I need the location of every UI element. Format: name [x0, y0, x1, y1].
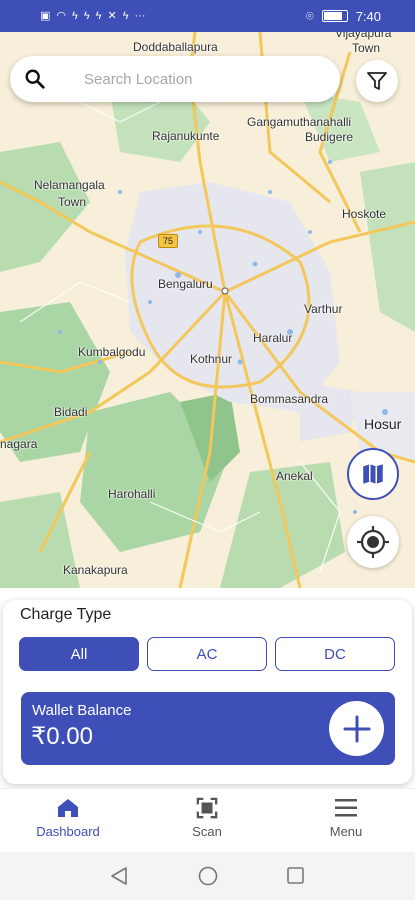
place-label: Bommasandra [250, 392, 329, 406]
sim-icon: ▣ [40, 10, 51, 22]
add-money-button[interactable] [329, 701, 384, 756]
charge-type-all-button[interactable]: All [19, 637, 139, 671]
wallet-card: Wallet Balance ₹0.00 [21, 692, 395, 765]
wallet-balance-amount: ₹0.00 [31, 723, 93, 750]
search-input[interactable]: Search Location [84, 71, 192, 88]
place-label: Nelamangala [34, 178, 105, 192]
usb-icon: ϟ [83, 9, 90, 22]
wifi-icon: ◠ [56, 10, 67, 22]
back-icon[interactable] [111, 867, 127, 885]
place-label: nagara [0, 437, 38, 451]
usb-icon: ϟ [72, 9, 78, 22]
status-icons-right: ⌾ 7:40 [306, 8, 381, 24]
map-tiles [0, 32, 415, 588]
place-label: Bengaluru [158, 277, 213, 291]
nav-label: Scan [192, 824, 222, 839]
home-icon [58, 799, 78, 817]
system-navigation-bar [0, 852, 415, 900]
status-icons-left: ▣ ◠ ϟ ϟ ϟ ✕ ϟ ··· [40, 9, 146, 23]
place-label: Harohalli [108, 487, 156, 501]
location-icon: ⌾ [305, 8, 314, 23]
place-label: Kumbalgodu [78, 345, 146, 359]
place-label: Town [352, 41, 381, 55]
charge-type-ac-button[interactable]: AC [147, 637, 267, 671]
highway-badge: 75 [158, 234, 179, 248]
status-bar: ▣ ◠ ϟ ϟ ϟ ✕ ϟ ··· ⌾ 7:40 [0, 0, 415, 32]
place-label: Varthur [304, 302, 343, 316]
place-label: Rajanukunte [152, 129, 220, 143]
bottom-navigation: Dashboard Scan Menu [0, 788, 415, 851]
place-label: Gangamuthanahalli [247, 115, 352, 129]
crosshair-icon [357, 526, 389, 558]
charge-panel: Charge Type All AC DC Wallet Balance ₹0.… [3, 600, 412, 784]
usb-icon: ϟ [122, 9, 129, 22]
usb-icon: ϟ [95, 9, 102, 22]
home-button-icon[interactable] [198, 866, 218, 886]
nav-label: Menu [329, 824, 363, 839]
my-location-button[interactable] [347, 516, 399, 568]
search-icon [25, 69, 45, 89]
status-time: 7:40 [355, 8, 381, 24]
map-icon [363, 464, 383, 484]
search-bar[interactable]: Search Location [10, 56, 340, 102]
more-icon: ··· [134, 9, 146, 22]
map-view[interactable]: Vijayapura Town Doddaballapura Rajanukun… [0, 32, 415, 588]
place-label: Bidadi [54, 405, 88, 419]
place-label: Hoskote [342, 207, 387, 221]
nav-scan[interactable]: Scan [147, 797, 267, 839]
nav-menu[interactable]: Menu [286, 797, 406, 839]
charge-type-title: Charge Type [20, 606, 112, 623]
charge-type-dc-button[interactable]: DC [275, 637, 395, 671]
place-label: Anekal [276, 469, 313, 483]
place-label: Budigere [305, 130, 354, 144]
place-label: Kothnur [190, 352, 233, 366]
mute-icon: ✕ [107, 10, 117, 22]
place-label: Town [58, 195, 87, 209]
nav-dashboard[interactable]: Dashboard [8, 797, 128, 839]
recents-icon[interactable] [287, 867, 304, 884]
place-label: Vijayapura [335, 32, 392, 40]
nav-label: Dashboard [36, 824, 100, 839]
battery-icon [321, 10, 348, 22]
place-label: Haralur [253, 331, 293, 345]
menu-icon [335, 799, 357, 817]
map-view-toggle-button[interactable] [347, 448, 399, 500]
place-label: Hosur [364, 416, 402, 432]
plus-icon [343, 715, 370, 742]
filter-button[interactable] [356, 60, 398, 102]
scan-icon [196, 797, 218, 819]
place-label: Doddaballapura [133, 40, 218, 54]
filter-icon [367, 72, 387, 90]
wallet-balance-label: Wallet Balance [32, 702, 132, 719]
place-label: Kanakapura [63, 563, 128, 577]
